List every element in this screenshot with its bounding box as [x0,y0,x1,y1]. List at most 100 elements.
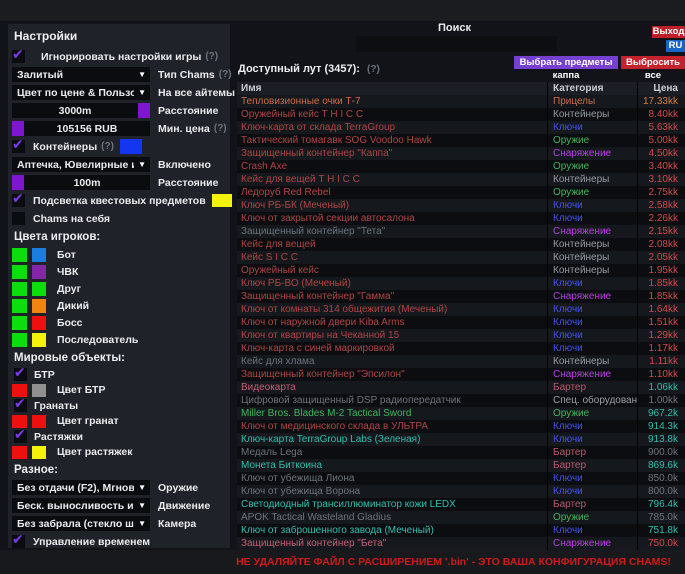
help-icon[interactable]: (?) [205,51,218,62]
drop-all-button[interactable]: Выбросить все [621,56,685,69]
help-icon[interactable]: (?) [101,141,114,152]
loot-row[interactable]: Ледоруб Red RebelОружие2.75kk [237,186,685,199]
loot-item-price: 3.40kk [637,160,685,173]
loot-row[interactable]: Защищенный контейнер "Тета"Снаряжение2.1… [237,225,685,238]
loot-row[interactable]: Ключ-карта от склада TerraGroupКлючи5.63… [237,121,685,134]
color-swatch[interactable] [212,194,232,207]
loot-row[interactable]: Цифровой защищенный DSP радиопередатчикС… [237,394,685,407]
select-kappa-button[interactable]: Выбрать предметы каппа [514,56,618,69]
loot-row[interactable]: Ключ от убежища ВоронаКлючи800.0k [237,485,685,498]
loot-row[interactable]: Ключ от убежища ЛионаКлючи850.0k [237,472,685,485]
loot-row[interactable]: Ключ РБ-ВО (Меченый)Ключи1.85kk [237,277,685,290]
setting-distance: 3000m Расстояние [12,102,226,119]
loot-row[interactable]: APOK Tactical Wasteland GladiusОружие785… [237,511,685,524]
color-swatch[interactable] [12,265,27,279]
player-colors-title: Цвета игроков: [14,231,226,243]
loot-item-price: 1.17kk [637,342,685,355]
weapon-dropdown[interactable]: Без отдачи (F2), Мгновенное п ▼ [12,480,150,495]
containers-checkbox[interactable]: ✔ [12,140,25,153]
loot-item-name: Кейс для вещей T H I C C [237,173,547,186]
time-control-checkbox[interactable]: ✔ [12,535,25,548]
player-color-label: ЧВК [57,266,78,278]
loot-row[interactable]: Защищенный контейнер "Эпсилон"Снаряжение… [237,368,685,381]
world-object-checkbox[interactable]: ✔ [14,430,27,443]
loot-row[interactable]: Ключ от квартиры на Чеканной 15Ключи1.29… [237,329,685,342]
loot-row[interactable]: Защищенный контейнер "Бета"Снаряжение750… [237,537,685,550]
loot-row[interactable]: Кейс для вещей T H I C CКонтейнеры3.10kk [237,173,685,186]
column-header-category[interactable]: Категория [547,82,637,95]
loot-row[interactable]: Ключ-карта с синей маркировкойКлючи1.17k… [237,342,685,355]
chevron-down-icon: ▼ [134,483,150,492]
distance-input[interactable]: 3000m [12,103,138,118]
chams-type-dropdown[interactable]: Залитый ▼ [12,67,150,82]
column-header-price[interactable]: Цена [637,82,685,95]
world-object-checkbox[interactable]: ✔ [14,399,27,412]
setting-movement: Беск. выносливость и нет уста ▼ Движение [12,497,226,514]
color-swatch[interactable] [32,415,46,428]
all-items-dropdown[interactable]: Цвет по цене & Пользователь ▼ [12,85,150,100]
column-header-name[interactable]: Имя [237,82,547,95]
loot-row[interactable]: Ключ от комнаты 314 общежития (Меченый)К… [237,303,685,316]
loot-row[interactable]: Crash AxeОружие3.40kk [237,160,685,173]
color-swatch[interactable] [12,446,27,459]
self-chams-checkbox[interactable] [12,212,25,225]
color-swatch[interactable] [32,299,46,313]
check-icon: ✔ [12,46,24,63]
color-swatch[interactable] [32,248,46,262]
exit-button[interactable]: Выход [652,26,685,38]
color-swatch[interactable] [138,103,150,118]
loot-item-name: Кейс для хлама [237,355,547,368]
loot-row[interactable]: Кейс для вещейКонтейнеры2.08kk [237,238,685,251]
color-swatch[interactable] [12,299,27,313]
loot-row[interactable]: Ключ от закрытой секции автосалонаКлючи2… [237,212,685,225]
loot-row[interactable]: Оружейный кейс T H I C CКонтейнеры8.40kk [237,108,685,121]
help-icon[interactable]: (?) [367,64,380,75]
loot-row[interactable]: Ключ-карта TerraGroup Labs (Зеленая)Ключ… [237,433,685,446]
color-swatch[interactable] [12,333,27,347]
loot-row[interactable]: ВидеокартаБартер1.06kk [237,381,685,394]
loot-item-price: 5.00kk [637,134,685,147]
loot-row[interactable]: Монета БиткоинаБартер869.6k [237,459,685,472]
loot-row[interactable]: Светодиодный трансиллюминатор кожи LEDXБ… [237,498,685,511]
world-object-checkbox[interactable]: ✔ [14,368,27,381]
color-swatch[interactable] [120,139,142,154]
color-swatch[interactable] [12,175,24,190]
ignore-game-checkbox[interactable]: ✔ [12,50,25,63]
loot-row[interactable]: Miller Bros. Blades M-2 Tactical SwordОр… [237,407,685,420]
loot-row[interactable]: Медаль LegaБартер900.0k [237,446,685,459]
color-swatch[interactable] [12,121,24,136]
loot-item-price: 796.4k [637,498,685,511]
color-swatch[interactable] [32,333,46,347]
color-swatch[interactable] [12,282,27,296]
color-swatch[interactable] [12,316,27,330]
min-price-input[interactable]: 105156 RUB [24,121,150,136]
help-icon[interactable]: (?) [214,123,227,134]
color-swatch[interactable] [32,282,46,296]
loot-row[interactable]: Ключ РБ-БК (Меченый)Ключи2.58kk [237,199,685,212]
loot-row[interactable]: Кейс S I C CКонтейнеры2.05kk [237,251,685,264]
loot-row[interactable]: Тактический томагавк SOG Voodoo HawkОруж… [237,134,685,147]
camera-dropdown[interactable]: Без забрала (стекло шлема) ▼ [12,516,150,531]
search-input[interactable] [356,36,557,52]
containers-filter-dropdown[interactable]: Аптечка, Ювелирные и... ▼ [12,157,150,172]
loot-row[interactable]: Ключ от наружной двери Kiba ArmsКлючи1.5… [237,316,685,329]
color-swatch[interactable] [32,316,46,330]
help-icon[interactable]: (?) [219,69,232,80]
movement-dropdown[interactable]: Беск. выносливость и нет уста ▼ [12,498,150,513]
loot-row[interactable]: Защищенный контейнер "Гамма"Снаряжение1.… [237,290,685,303]
language-button[interactable]: RU [666,40,685,52]
containers-distance-input[interactable]: 100m [24,175,150,190]
loot-row[interactable]: Ключ от медицинского склада в УЛЬТРАКлюч… [237,420,685,433]
loot-row[interactable]: Кейс для хламаКонтейнеры1.11kk [237,355,685,368]
color-swatch[interactable] [32,265,46,279]
quest-highlight-checkbox[interactable]: ✔ [12,194,25,207]
world-object-label: Гранаты [34,400,78,412]
loot-row[interactable]: Ключ от заброшенного завода (Меченый)Клю… [237,524,685,537]
config-warning-text: НЕ УДАЛЯЙТЕ ФАЙЛ С РАСШИРЕНИЕМ '.bin' - … [222,556,685,568]
color-swatch[interactable] [32,446,46,459]
color-swatch[interactable] [32,384,46,397]
loot-row[interactable]: Оружейный кейсКонтейнеры1.95kk [237,264,685,277]
loot-row[interactable]: Тепловизионные очки Т-7Прицелы17.33kk [237,95,685,108]
loot-row[interactable]: Защищенный контейнер "Каппа"Снаряжение4.… [237,147,685,160]
color-swatch[interactable] [12,248,27,262]
